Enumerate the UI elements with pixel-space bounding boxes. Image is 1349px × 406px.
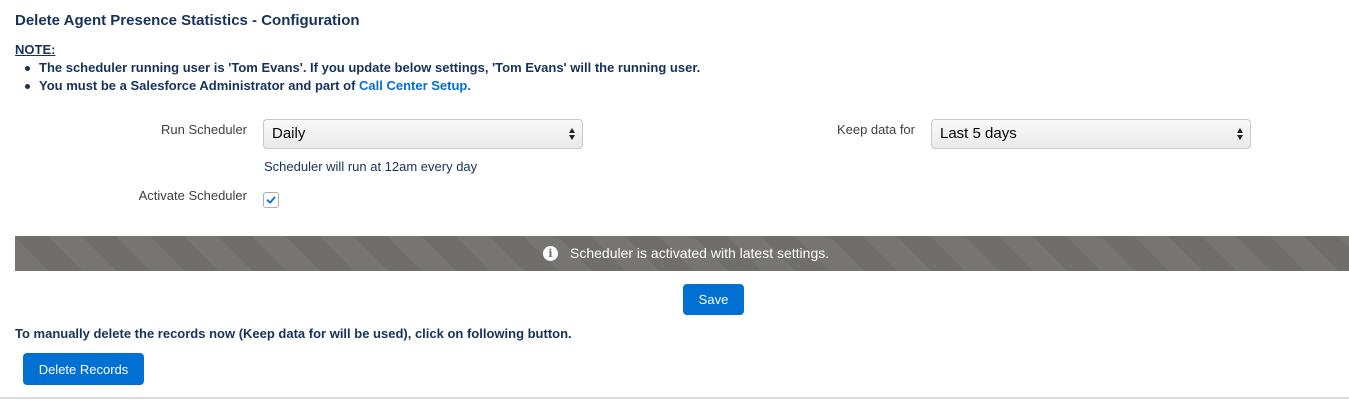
note-list: The scheduler running user is 'Tom Evans… — [15, 59, 700, 95]
toast-content: i Scheduler is activated with latest set… — [543, 245, 829, 261]
note-item-running-user: The scheduler running user is 'Tom Evans… — [15, 59, 700, 77]
save-button[interactable]: Save — [683, 284, 744, 315]
note-item-admin: You must be a Salesforce Administrator a… — [15, 77, 700, 95]
call-center-setup-link[interactable]: Call Center Setup. — [359, 78, 471, 93]
activate-scheduler-label: Activate Scheduler — [138, 188, 247, 203]
note-item-text: The scheduler running user is 'Tom Evans… — [39, 60, 701, 75]
run-scheduler-helper: Scheduler will run at 12am every day — [264, 159, 478, 174]
manual-delete-instructions: To manually delete the records now (Keep… — [15, 326, 572, 341]
activate-scheduler-checkbox[interactable] — [263, 192, 279, 208]
bottom-divider — [0, 397, 1349, 399]
run-scheduler-select[interactable]: Daily — [263, 119, 583, 149]
run-scheduler-value: Daily — [272, 125, 306, 142]
info-icon: i — [543, 245, 558, 261]
select-arrows-icon — [1237, 127, 1244, 141]
note-item-text: You must be a Salesforce Administrator a… — [39, 78, 360, 93]
keep-data-value: Last 5 days — [940, 125, 1017, 142]
select-arrows-icon — [569, 127, 576, 141]
keep-data-label: Keep data for — [836, 122, 915, 137]
status-toast: i Scheduler is activated with latest set… — [15, 236, 1349, 271]
run-scheduler-label: Run Scheduler — [161, 122, 247, 137]
page-title: Delete Agent Presence Statistics - Confi… — [15, 12, 360, 29]
keep-data-select[interactable]: Last 5 days — [931, 119, 1251, 149]
note-label: NOTE: — [15, 42, 56, 57]
checkmark-icon — [266, 196, 276, 204]
toast-message: Scheduler is activated with latest setti… — [570, 245, 830, 261]
delete-records-button[interactable]: Delete Records — [23, 353, 144, 385]
